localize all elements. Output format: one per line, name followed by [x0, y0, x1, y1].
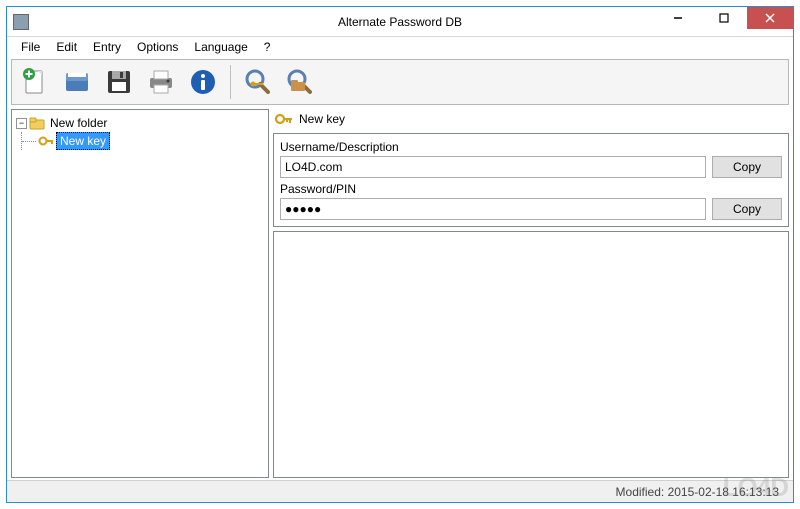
new-doc-icon: [20, 67, 50, 97]
find-key-button[interactable]: [239, 63, 277, 101]
password-row: Password/PIN Copy: [280, 182, 782, 220]
menu-language[interactable]: Language: [186, 38, 255, 56]
maximize-icon: [719, 13, 729, 23]
toolbar-separator: [230, 65, 231, 99]
window-controls: [655, 7, 793, 36]
tree-children: New key: [21, 132, 264, 150]
minimize-button[interactable]: [655, 7, 701, 29]
close-button[interactable]: [747, 7, 793, 29]
notes-area[interactable]: [273, 231, 789, 478]
maximize-button[interactable]: [701, 7, 747, 29]
username-label: Username/Description: [280, 140, 706, 154]
statusbar: Modified: 2015-02-18 16:13:13: [7, 480, 793, 502]
password-label: Password/PIN: [280, 182, 706, 196]
menubar: File Edit Entry Options Language ?: [7, 37, 793, 57]
save-icon: [104, 67, 134, 97]
app-icon: [13, 14, 29, 30]
folder-icon: [29, 116, 45, 130]
tree-child-node[interactable]: New key: [22, 132, 264, 150]
titlebar: Alternate Password DB: [7, 7, 793, 37]
print-button[interactable]: [142, 63, 180, 101]
find-key-icon: [243, 67, 273, 97]
password-input[interactable]: [280, 198, 706, 220]
username-input[interactable]: [280, 156, 706, 178]
username-row: Username/Description Copy: [280, 140, 782, 178]
copy-username-button[interactable]: Copy: [712, 156, 782, 178]
status-modified: Modified: 2015-02-18 16:13:13: [616, 485, 779, 499]
toolbar: [11, 59, 789, 105]
menu-help[interactable]: ?: [256, 38, 279, 56]
minimize-icon: [673, 13, 683, 23]
key-header: New key: [273, 109, 789, 129]
menu-edit[interactable]: Edit: [48, 38, 85, 56]
print-icon: [146, 67, 176, 97]
content-area: − New folder New key: [7, 107, 793, 480]
new-doc-button[interactable]: [16, 63, 54, 101]
tree-root-label: New folder: [47, 115, 110, 131]
tree-collapse-icon[interactable]: −: [16, 118, 27, 129]
find-folder-icon: [285, 67, 315, 97]
field-block: Username/Description Copy Password/PIN C…: [273, 133, 789, 227]
key-title: New key: [299, 112, 345, 126]
open-icon: [62, 67, 92, 97]
key-icon: [275, 111, 293, 127]
close-icon: [765, 13, 775, 23]
tree-panel: − New folder New key: [11, 109, 269, 478]
copy-password-button[interactable]: Copy: [712, 198, 782, 220]
detail-panel: New key Username/Description Copy Passwo…: [273, 109, 789, 478]
key-icon: [38, 134, 54, 148]
app-window: Alternate Password DB File Edit Entry Op…: [6, 6, 794, 503]
tree-root-node[interactable]: − New folder: [16, 114, 264, 132]
menu-file[interactable]: File: [13, 38, 48, 56]
menu-options[interactable]: Options: [129, 38, 186, 56]
find-folder-button[interactable]: [281, 63, 319, 101]
tree-child-label: New key: [56, 132, 110, 150]
menu-entry[interactable]: Entry: [85, 38, 129, 56]
info-button[interactable]: [184, 63, 222, 101]
save-button[interactable]: [100, 63, 138, 101]
tree-connector: [22, 141, 36, 142]
open-button[interactable]: [58, 63, 96, 101]
info-icon: [188, 67, 218, 97]
